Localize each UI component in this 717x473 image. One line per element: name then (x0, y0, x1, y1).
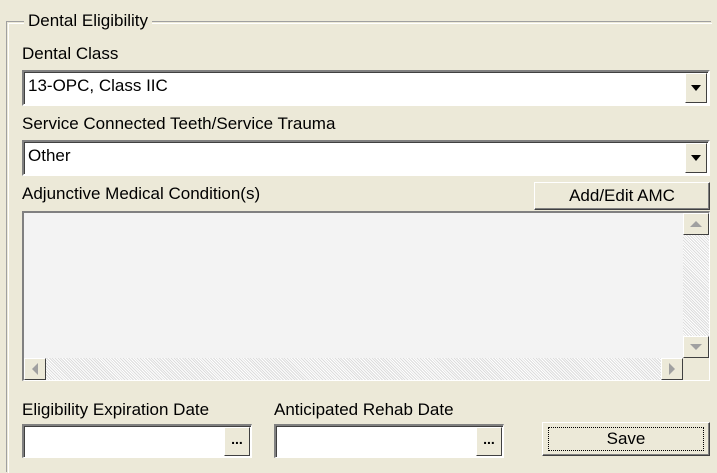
arrow-up-icon (690, 221, 702, 227)
anticipated-rehab-label: Anticipated Rehab Date (274, 400, 454, 419)
dental-class-select[interactable]: 13-OPC, Class IIC (22, 70, 710, 106)
dental-class-dropdown-button[interactable] (685, 73, 707, 103)
scrollbar-corner (683, 358, 709, 380)
group-title: Dental Eligibility (24, 10, 152, 32)
arrow-down-icon (690, 344, 702, 350)
eligibility-expiration-label: Eligibility Expiration Date (22, 400, 210, 419)
anticipated-rehab-picker-button[interactable]: ... (476, 427, 502, 456)
eligibility-expiration-picker-button[interactable]: ... (224, 427, 250, 456)
arrow-right-icon (669, 363, 675, 375)
save-button[interactable]: Save (542, 422, 710, 456)
save-button-label: Save (606, 429, 646, 448)
add-edit-amc-button[interactable]: Add/Edit AMC (534, 182, 710, 210)
anticipated-rehab-field[interactable]: ... (274, 424, 504, 458)
vertical-scrollbar[interactable] (683, 213, 709, 358)
chevron-down-icon (691, 85, 701, 91)
service-connected-label: Service Connected Teeth/Service Trauma (22, 114, 336, 133)
eligibility-expiration-field[interactable]: ... (22, 424, 252, 458)
scroll-up-button[interactable] (683, 213, 709, 235)
amc-label: Adjunctive Medical Condition(s) (22, 184, 261, 203)
scroll-left-button[interactable] (24, 358, 46, 380)
service-connected-value: Other (28, 146, 71, 165)
service-connected-select[interactable]: Other (22, 140, 710, 176)
horizontal-scrollbar[interactable] (24, 358, 683, 380)
dental-class-value: 13-OPC, Class IIC (28, 76, 168, 95)
amc-listbox[interactable] (22, 211, 710, 381)
service-connected-dropdown-button[interactable] (685, 143, 707, 173)
chevron-down-icon (691, 155, 701, 161)
dental-class-label: Dental Class (22, 44, 119, 63)
scroll-right-button[interactable] (661, 358, 683, 380)
arrow-left-icon (32, 363, 38, 375)
scroll-down-button[interactable] (683, 336, 709, 358)
